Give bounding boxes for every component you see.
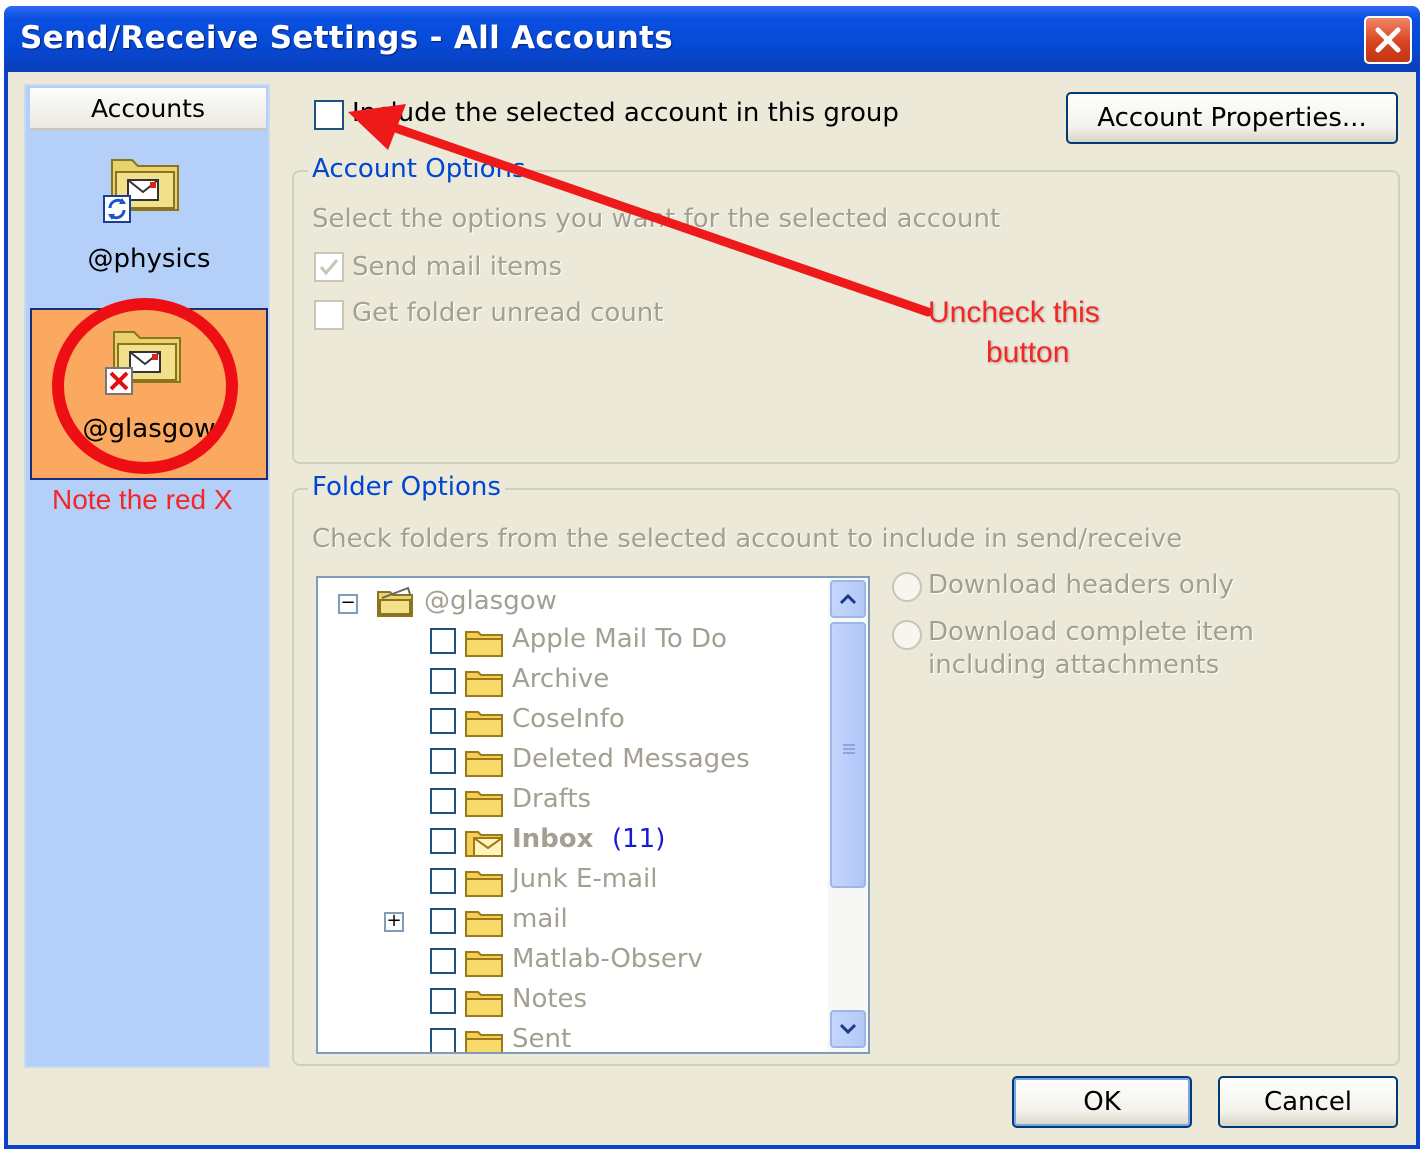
cancel-button[interactable]: Cancel bbox=[1218, 1076, 1398, 1128]
folder-icon bbox=[465, 991, 503, 1017]
send-receive-dialog: Send/Receive Settings - All Accounts Acc… bbox=[4, 6, 1420, 1149]
accounts-header: Accounts bbox=[30, 88, 266, 130]
folder-name: Inbox bbox=[512, 824, 594, 854]
tree-root-label: @glasgow bbox=[424, 586, 557, 616]
folder-options-title: Folder Options bbox=[308, 472, 505, 502]
folder-checkbox[interactable] bbox=[430, 948, 456, 974]
folder-tree: − @glasgow Apple Mail To Do Archive Cose… bbox=[316, 576, 870, 1054]
folder-row[interactable]: Notes bbox=[318, 982, 828, 1020]
expand-icon[interactable]: + bbox=[384, 912, 404, 932]
folder-name: Drafts bbox=[512, 784, 592, 814]
folder-row[interactable]: CoseInfo bbox=[318, 702, 828, 740]
title-bar: Send/Receive Settings - All Accounts bbox=[4, 6, 1420, 72]
folder-name: CoseInfo bbox=[512, 704, 625, 734]
folder-icon bbox=[465, 631, 503, 657]
folder-checkbox[interactable] bbox=[430, 788, 456, 814]
folder-icon bbox=[465, 871, 503, 897]
folder-row-inbox[interactable]: Inbox (11) bbox=[318, 822, 828, 860]
folder-row[interactable]: Matlab-Observ bbox=[318, 942, 828, 980]
send-receive-folder-icon bbox=[377, 586, 413, 617]
folder-row[interactable]: Sent bbox=[318, 1022, 828, 1054]
grip-icon bbox=[843, 744, 855, 754]
folder-icon bbox=[465, 791, 503, 817]
tree-root-row[interactable]: − @glasgow bbox=[318, 584, 828, 622]
annotation-arrow bbox=[348, 104, 933, 317]
folder-name: Archive bbox=[512, 664, 610, 694]
close-icon bbox=[1375, 27, 1401, 53]
annotation-line1: Uncheck this bbox=[928, 296, 1100, 329]
folder-row[interactable]: Archive bbox=[318, 662, 828, 700]
folder-checkbox[interactable] bbox=[430, 828, 456, 854]
highlight-circle bbox=[52, 298, 238, 474]
download-complete-label: Download complete item including attachm… bbox=[928, 617, 1254, 680]
window-title: Send/Receive Settings - All Accounts bbox=[20, 20, 673, 56]
folder-row[interactable]: Apple Mail To Do bbox=[318, 622, 828, 660]
tree-scrollbar[interactable] bbox=[828, 578, 868, 1052]
download-complete-radio[interactable] bbox=[892, 620, 922, 650]
inbox-folder-icon bbox=[465, 831, 503, 857]
download-headers-label: Download headers only bbox=[928, 570, 1234, 600]
download-headers-radio[interactable] bbox=[892, 572, 922, 602]
note-red-x: Note the red X bbox=[52, 484, 233, 515]
folder-row[interactable]: + mail bbox=[318, 902, 828, 940]
send-receive-folder-icon bbox=[103, 159, 179, 223]
folder-checkbox[interactable] bbox=[430, 908, 456, 934]
scroll-down-icon bbox=[839, 1023, 857, 1035]
folder-checkbox[interactable] bbox=[430, 628, 456, 654]
folder-icon bbox=[465, 751, 503, 777]
folder-icon bbox=[465, 951, 503, 977]
account-physics[interactable]: @physics bbox=[30, 144, 268, 304]
collapse-icon[interactable]: − bbox=[338, 594, 358, 614]
folder-checkbox[interactable] bbox=[430, 1028, 456, 1052]
close-button[interactable] bbox=[1364, 16, 1412, 64]
scroll-thumb[interactable] bbox=[830, 622, 866, 888]
folder-row[interactable]: Deleted Messages bbox=[318, 742, 828, 780]
account-label: @physics bbox=[87, 244, 211, 274]
unread-count: (11) bbox=[612, 824, 666, 854]
folder-icon bbox=[465, 671, 503, 697]
scroll-up-button[interactable] bbox=[830, 580, 866, 618]
folder-name: Notes bbox=[512, 984, 588, 1014]
folder-checkbox[interactable] bbox=[430, 668, 456, 694]
scroll-up-icon bbox=[839, 593, 857, 605]
ok-button[interactable]: OK bbox=[1012, 1076, 1192, 1128]
folder-checkbox[interactable] bbox=[430, 988, 456, 1014]
folder-icon bbox=[465, 1031, 503, 1052]
accounts-pane: Accounts @physics @glasgow bbox=[24, 84, 270, 1068]
folder-row[interactable]: Drafts bbox=[318, 782, 828, 820]
folder-icon bbox=[465, 911, 503, 937]
folder-name: mail bbox=[512, 904, 568, 934]
folder-name: Junk E-mail bbox=[512, 864, 658, 894]
annotation-line2: button bbox=[986, 336, 1070, 369]
folder-name: Deleted Messages bbox=[512, 744, 750, 774]
folder-name: Matlab-Observ bbox=[512, 944, 703, 974]
folder-name: Sent bbox=[512, 1024, 572, 1054]
folder-row[interactable]: Junk E-mail bbox=[318, 862, 828, 900]
folder-name: Apple Mail To Do bbox=[512, 624, 727, 654]
account-properties-button[interactable]: Account Properties... bbox=[1066, 92, 1398, 144]
folder-checkbox[interactable] bbox=[430, 708, 456, 734]
folder-checkbox[interactable] bbox=[430, 748, 456, 774]
folder-icon bbox=[465, 711, 503, 737]
folder-checkbox[interactable] bbox=[430, 868, 456, 894]
scroll-down-button[interactable] bbox=[830, 1010, 866, 1048]
folder-options-description: Check folders from the selected account … bbox=[312, 524, 1183, 554]
